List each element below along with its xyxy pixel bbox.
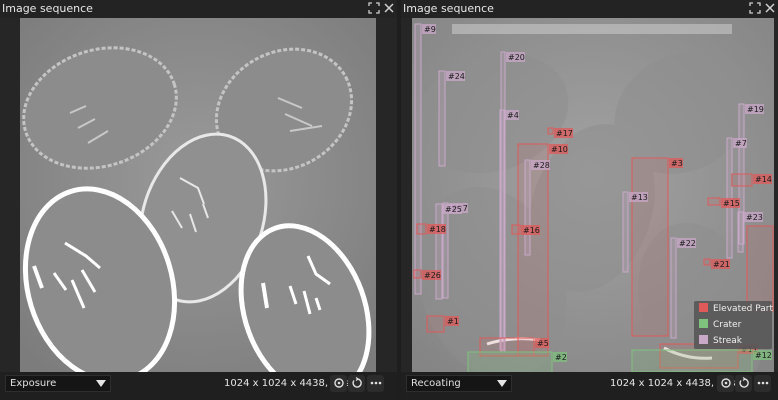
detection-box[interactable] bbox=[435, 203, 443, 300]
reset-view-icon[interactable] bbox=[717, 375, 734, 392]
legend-swatch bbox=[699, 319, 708, 328]
detection-label: #1 bbox=[447, 317, 459, 326]
legend-item-elevated-part: Elevated Part bbox=[699, 302, 773, 316]
detection-box[interactable] bbox=[737, 211, 744, 253]
detection-label: #5 bbox=[537, 339, 549, 348]
maximize-icon[interactable] bbox=[367, 2, 381, 16]
left-panel-titlebar: Image sequence bbox=[0, 0, 397, 18]
detection-label: #4 bbox=[507, 111, 519, 120]
detection-label: #25 bbox=[445, 205, 462, 214]
detection-box[interactable] bbox=[426, 315, 445, 333]
chevron-down-icon bbox=[96, 380, 106, 387]
detection-box[interactable] bbox=[413, 269, 422, 279]
detection-label: #28 bbox=[533, 161, 550, 170]
detection-box[interactable] bbox=[670, 237, 677, 339]
detection-box[interactable] bbox=[517, 143, 549, 357]
detection-label: #12 bbox=[755, 351, 772, 360]
right-panel-titlebar: Image sequence bbox=[401, 0, 778, 18]
detection-label: #23 bbox=[746, 213, 763, 222]
detection-label: #9 bbox=[424, 25, 436, 34]
detection-label: #24 bbox=[448, 72, 465, 81]
legend-label: Streak bbox=[713, 336, 743, 346]
detection-label: #17 bbox=[556, 129, 573, 138]
detection-box[interactable] bbox=[707, 197, 721, 206]
detection-label: #16 bbox=[523, 226, 540, 235]
detection-label: #3 bbox=[671, 159, 683, 168]
close-icon[interactable] bbox=[763, 2, 777, 16]
legend-label: Crater bbox=[713, 320, 742, 330]
left-panel-margin-right bbox=[376, 18, 397, 372]
detection-box[interactable] bbox=[524, 159, 531, 256]
detection-box[interactable] bbox=[416, 223, 427, 235]
legend-item-crater: Crater bbox=[699, 318, 741, 332]
detection-box[interactable] bbox=[511, 224, 521, 235]
detection-box[interactable] bbox=[622, 191, 629, 273]
detection-label: #26 bbox=[424, 271, 441, 280]
left-image-panel: Image sequence Exposure 1024 x 1024 x 44… bbox=[0, 0, 397, 400]
rotate-icon[interactable] bbox=[348, 375, 365, 392]
legend-item-streak: Streak bbox=[699, 334, 742, 348]
left-layer-select-value: Exposure bbox=[10, 378, 57, 389]
legend-swatch bbox=[699, 303, 708, 312]
detection-box[interactable] bbox=[547, 127, 554, 135]
more-icon[interactable] bbox=[367, 375, 384, 392]
left-layer-select[interactable]: Exposure bbox=[5, 375, 111, 392]
detection-box[interactable] bbox=[442, 202, 449, 299]
detection-box[interactable] bbox=[467, 351, 553, 372]
right-image-panel: Image sequence #9 #20 #24 #4 #19 #17 #10… bbox=[401, 0, 778, 400]
detection-box[interactable] bbox=[731, 173, 753, 187]
exposure-layer-image bbox=[20, 18, 376, 372]
detection-label: #22 bbox=[679, 239, 696, 248]
legend-label: Elevated Part bbox=[713, 304, 773, 314]
detection-box[interactable] bbox=[414, 23, 422, 295]
detection-label: #18 bbox=[429, 225, 446, 234]
right-panel-bottombar: Recoating 1024 x 1024 x 4438, bits: 8 bbox=[401, 372, 778, 400]
left-panel-bottombar: Exposure 1024 x 1024 x 4438, bits: 8 bbox=[0, 372, 397, 400]
detection-box[interactable] bbox=[499, 109, 505, 351]
detection-label: #15 bbox=[723, 199, 740, 208]
legend-swatch bbox=[699, 335, 708, 344]
left-panel-margin bbox=[0, 18, 20, 372]
detection-label: #10 bbox=[551, 145, 568, 154]
exposure-image[interactable] bbox=[20, 18, 376, 372]
detection-label: #13 bbox=[631, 193, 648, 202]
close-icon[interactable] bbox=[382, 2, 396, 16]
detection-label: #19 bbox=[747, 105, 764, 114]
defect-legend: Elevated Part Crater Streak bbox=[694, 301, 773, 349]
detection-label: #20 bbox=[508, 53, 525, 62]
detection-label: #7 bbox=[735, 139, 747, 148]
more-icon[interactable] bbox=[754, 375, 771, 392]
detection-label: #2 bbox=[555, 353, 567, 362]
chevron-down-icon bbox=[497, 380, 507, 387]
right-layer-select[interactable]: Recoating bbox=[406, 375, 512, 392]
right-layer-select-value: Recoating bbox=[411, 378, 461, 389]
detection-box[interactable] bbox=[438, 70, 446, 167]
reset-view-icon[interactable] bbox=[330, 375, 347, 392]
detection-box[interactable] bbox=[631, 349, 753, 372]
detection-label: #14 bbox=[755, 175, 772, 184]
right-panel-margin-right bbox=[774, 18, 778, 372]
left-panel-title: Image sequence bbox=[2, 2, 93, 15]
maximize-icon[interactable] bbox=[748, 2, 762, 16]
right-panel-title: Image sequence bbox=[403, 2, 494, 15]
rotate-icon[interactable] bbox=[735, 375, 752, 392]
detection-box[interactable] bbox=[746, 225, 774, 312]
right-panel-margin bbox=[401, 18, 412, 372]
detection-label: #21 bbox=[713, 260, 730, 269]
detection-box[interactable] bbox=[631, 157, 669, 337]
detection-box[interactable] bbox=[703, 258, 711, 266]
